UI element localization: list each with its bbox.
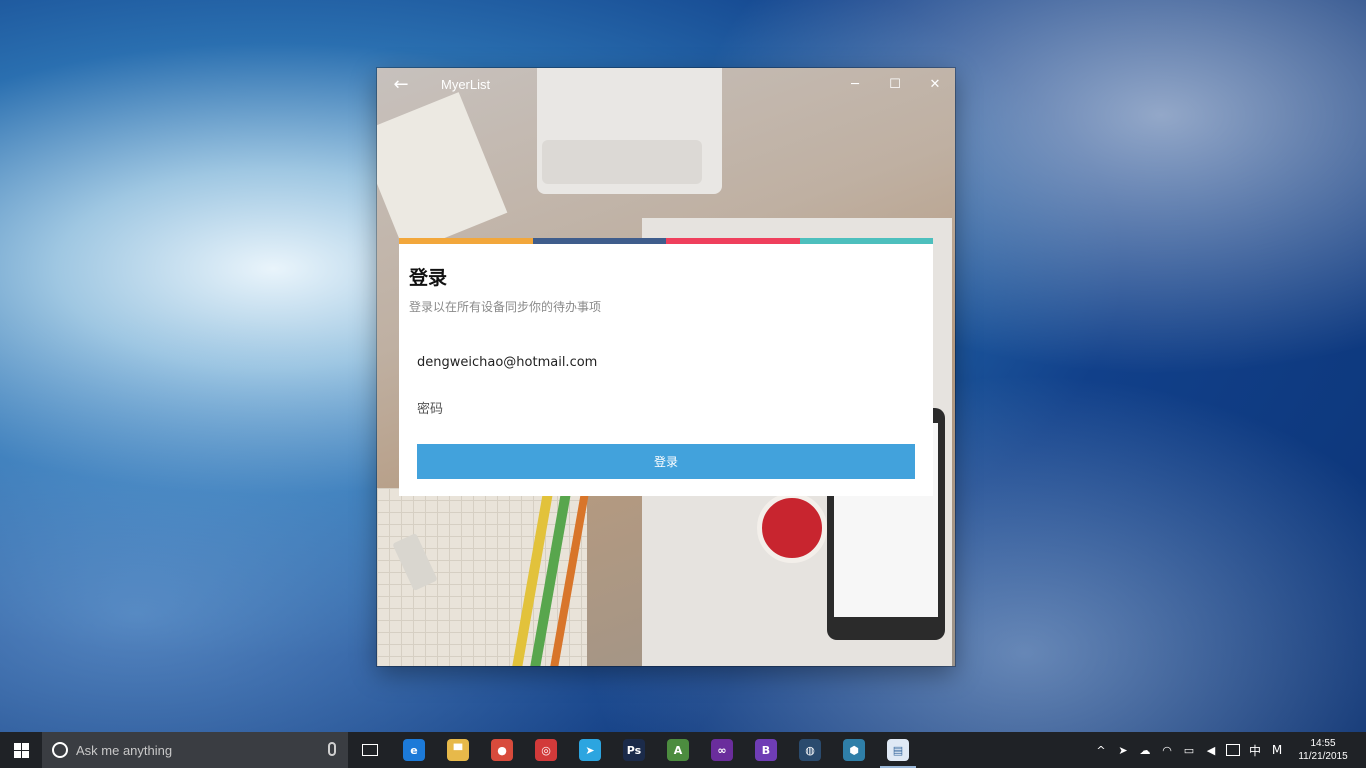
network-app-icon: ⬢ bbox=[843, 739, 865, 761]
chevron-up-icon: ^ bbox=[1096, 743, 1106, 757]
cortana-icon bbox=[52, 742, 68, 758]
taskbar-app-button[interactable]: B bbox=[744, 732, 788, 768]
input-language-indicator[interactable]: 中 bbox=[1244, 732, 1266, 768]
clock[interactable]: 14:55 11/21/2015 bbox=[1288, 737, 1358, 763]
accent-segment bbox=[666, 238, 800, 244]
telegram-icon: ➤ bbox=[579, 739, 601, 761]
close-button[interactable]: ✕ bbox=[915, 68, 955, 100]
login-button[interactable]: 登录 bbox=[417, 444, 915, 479]
photoshop-icon: Ps bbox=[623, 739, 645, 761]
netease-music-icon: ◎ bbox=[535, 739, 557, 761]
back-arrow-icon: ← bbox=[393, 73, 409, 95]
login-card: 登录 登录以在所有设备同步你的待办事项 登录 bbox=[399, 238, 933, 496]
back-button[interactable]: ← bbox=[377, 68, 425, 100]
minimize-icon: ─ bbox=[851, 76, 859, 92]
action-center-button[interactable] bbox=[1222, 732, 1244, 768]
background-grid-paper bbox=[377, 488, 587, 666]
background-pencil bbox=[510, 488, 554, 666]
taskbar-app-button[interactable]: Ps bbox=[612, 732, 656, 768]
taskbar-app-button[interactable]: ● bbox=[480, 732, 524, 768]
file-explorer-icon: ▀ bbox=[447, 739, 469, 761]
myerlist-icon: ▤ bbox=[887, 739, 909, 761]
windows-logo-icon bbox=[13, 742, 29, 758]
blend-icon: B bbox=[755, 739, 777, 761]
background-pencil bbox=[528, 488, 572, 666]
cortana-search-box[interactable]: Ask me anything bbox=[42, 732, 348, 768]
input-mode-indicator[interactable]: M bbox=[1266, 732, 1288, 768]
clock-time: 14:55 bbox=[1310, 738, 1336, 749]
accent-segment bbox=[799, 238, 933, 244]
window-controls: ─ ☐ ✕ bbox=[835, 68, 955, 100]
search-placeholder: Ask me anything bbox=[76, 742, 173, 758]
email-input[interactable] bbox=[417, 347, 915, 377]
login-heading: 登录 bbox=[409, 267, 448, 289]
taskbar-app-button[interactable]: ➤ bbox=[568, 732, 612, 768]
background-lg-logo bbox=[757, 493, 827, 563]
speaker-icon: ◀ bbox=[1206, 743, 1216, 757]
accent-segment bbox=[399, 238, 533, 244]
background-notebook bbox=[377, 92, 508, 254]
minimize-button[interactable]: ─ bbox=[835, 68, 875, 100]
cloud-icon: ☁ bbox=[1139, 743, 1151, 757]
taskbar-app-button[interactable]: ◍ bbox=[788, 732, 832, 768]
window-title: MyerList bbox=[441, 76, 491, 92]
maximize-icon: ☐ bbox=[889, 76, 901, 92]
task-view-icon bbox=[362, 744, 378, 756]
taskbar-app-button[interactable]: ▀ bbox=[436, 732, 480, 768]
task-view-button[interactable] bbox=[348, 732, 392, 768]
wifi-tray-icon[interactable]: ◠ bbox=[1156, 732, 1178, 768]
send-icon: ➤ bbox=[1118, 743, 1128, 757]
chrome-icon: ● bbox=[491, 739, 513, 761]
edge-icon: e bbox=[403, 739, 425, 761]
login-subtitle: 登录以在所有设备同步你的待办事项 bbox=[409, 300, 602, 314]
taskbar-app-button[interactable]: ∞ bbox=[700, 732, 744, 768]
onedrive-tray-icon[interactable]: ☁ bbox=[1134, 732, 1156, 768]
taskbar: Ask me anything e ▀ ● ◎ ➤ Ps A ∞ B ◍ ⬢ ▤ ^ ➤ ☁ ◠ ▭ … bbox=[0, 732, 1366, 768]
background-pencil bbox=[548, 488, 590, 666]
taskbar-app-button[interactable]: ⬢ bbox=[832, 732, 876, 768]
clock-date: 11/21/2015 bbox=[1298, 751, 1348, 762]
volume-tray-icon[interactable]: ◀ bbox=[1200, 732, 1222, 768]
myerlist-window: ← MyerList ─ ☐ ✕ 登录 登录以在所有设备同步你的待办事项 登录 bbox=[377, 68, 955, 666]
taskbar-app-button[interactable]: A bbox=[656, 732, 700, 768]
background-eraser bbox=[392, 532, 438, 592]
pinned-apps: e ▀ ● ◎ ➤ Ps A ∞ B ◍ ⬢ ▤ bbox=[392, 732, 920, 768]
telegram-tray-icon[interactable]: ➤ bbox=[1112, 732, 1134, 768]
accent-color-bar bbox=[399, 238, 933, 244]
notification-icon bbox=[1226, 744, 1240, 756]
visual-studio-icon: ∞ bbox=[711, 739, 733, 761]
taskbar-app-button[interactable]: e bbox=[392, 732, 436, 768]
accent-segment bbox=[532, 238, 666, 244]
show-hidden-icons-button[interactable]: ^ bbox=[1090, 732, 1112, 768]
microphone-icon[interactable] bbox=[328, 742, 336, 756]
taskbar-app-button[interactable]: ▤ bbox=[876, 732, 920, 768]
battery-tray-icon[interactable]: ▭ bbox=[1178, 732, 1200, 768]
close-icon: ✕ bbox=[929, 76, 941, 92]
wifi-icon: ◠ bbox=[1162, 743, 1172, 757]
background-trackpad bbox=[542, 140, 702, 184]
steam-icon: ◍ bbox=[799, 739, 821, 761]
start-button[interactable] bbox=[0, 732, 42, 768]
password-input[interactable] bbox=[417, 394, 915, 424]
maximize-button[interactable]: ☐ bbox=[875, 68, 915, 100]
battery-icon: ▭ bbox=[1183, 743, 1195, 757]
taskbar-app-button[interactable]: ◎ bbox=[524, 732, 568, 768]
android-studio-icon: A bbox=[667, 739, 689, 761]
system-tray: ^ ➤ ☁ ◠ ▭ ◀ 中 M 14:55 11/21/2015 bbox=[1090, 732, 1366, 768]
title-bar: ← MyerList ─ ☐ ✕ bbox=[377, 68, 955, 100]
